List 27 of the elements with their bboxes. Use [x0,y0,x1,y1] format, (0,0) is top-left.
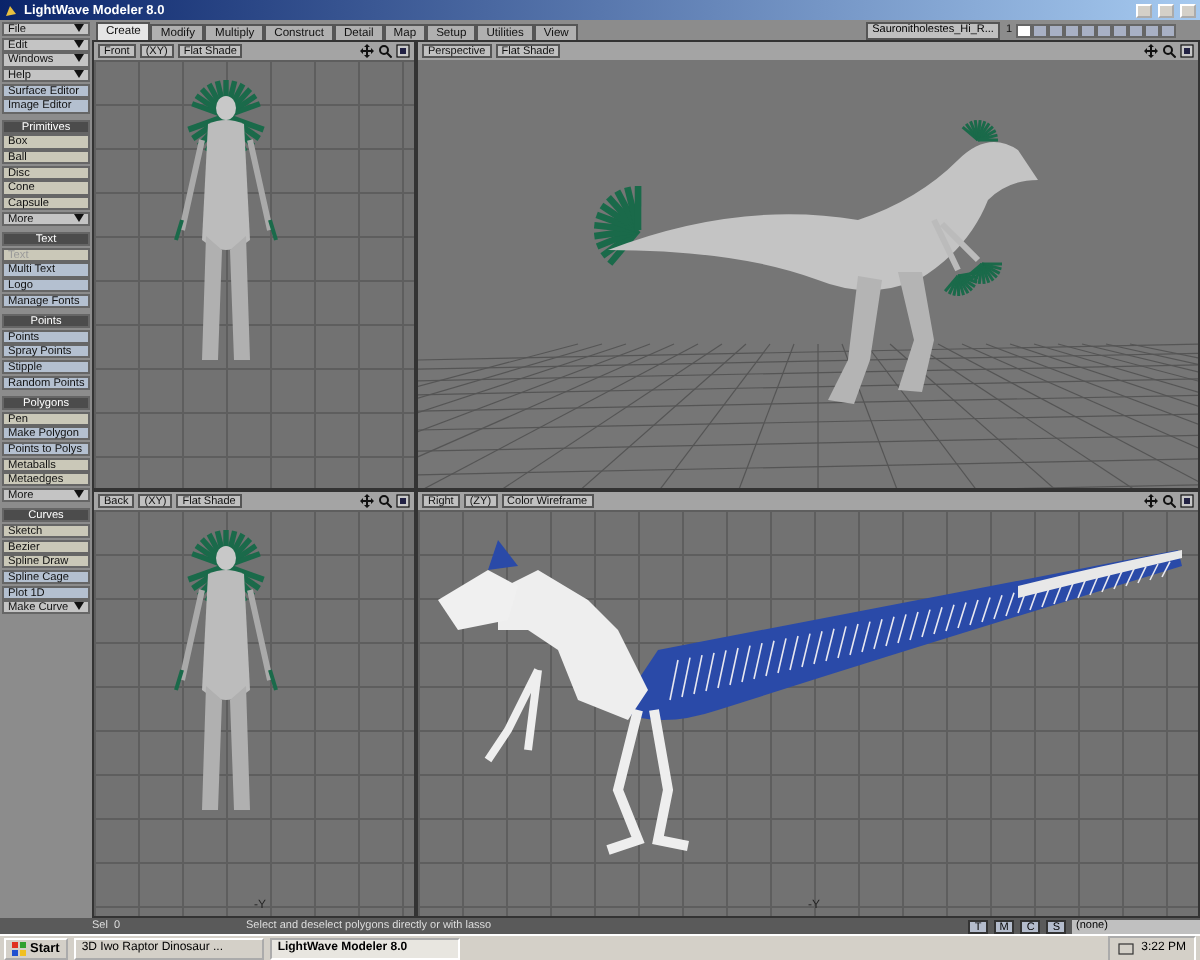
maximize-icon [1180,494,1194,508]
minimize-button[interactable] [1136,3,1152,17]
layer-toggle[interactable] [1032,23,1048,37]
magnifier-icon [378,494,392,508]
maximize-button[interactable] [1158,3,1174,17]
move-icon [360,494,374,508]
magnifier-icon [378,44,392,58]
move-icon [1144,494,1158,508]
layer-toggle[interactable] [1016,23,1032,37]
layer-toggle[interactable] [1080,23,1096,37]
move-icon [360,44,374,58]
layer-toggle[interactable] [1160,23,1176,37]
windows-logo-icon [12,941,26,955]
maximize-icon [1180,44,1194,58]
tray-icon [1117,941,1134,955]
move-icon [1144,44,1158,58]
layer-toggle[interactable] [1096,23,1112,37]
magnifier-icon [1162,494,1176,508]
maximize-icon [396,494,410,508]
layer-toggle[interactable] [1112,23,1128,37]
layer-toggle[interactable] [1144,23,1160,37]
layer-toggle[interactable] [1048,23,1064,37]
close-button[interactable] [1180,3,1196,17]
layer-toggle[interactable] [1128,23,1144,37]
magnifier-icon [1162,44,1176,58]
maximize-icon [396,44,410,58]
layer-toggle[interactable] [1064,23,1080,37]
